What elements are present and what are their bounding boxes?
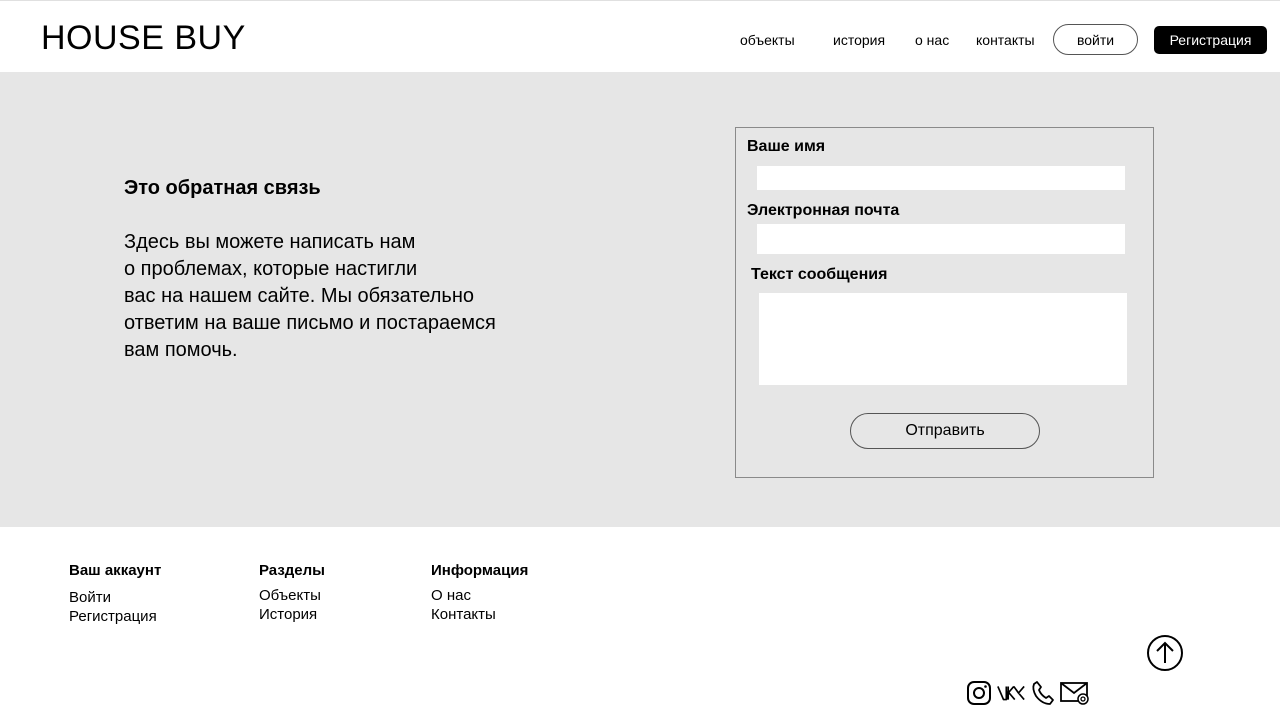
- email-label: Электронная почта: [747, 202, 900, 219]
- footer-account-column: Ваш аккаунт Войти Регистрация: [69, 562, 161, 626]
- nav-contacts-link[interactable]: контакты: [976, 32, 1035, 48]
- footer-history-link[interactable]: История: [259, 605, 325, 624]
- name-label: Ваше имя: [747, 138, 826, 155]
- mail-icon[interactable]: [1060, 678, 1090, 708]
- footer-account-heading: Ваш аккаунт: [69, 562, 162, 579]
- send-button[interactable]: Отправить: [850, 413, 1040, 449]
- site-logo[interactable]: HOUSE BUY: [41, 19, 246, 58]
- feedback-form: Ваше имя Электронная почта Текст сообщен…: [735, 127, 1154, 478]
- nav-about-link[interactable]: о нас: [915, 32, 949, 48]
- phone-icon[interactable]: [1028, 678, 1058, 708]
- social-links: [964, 678, 1090, 708]
- feedback-title: Это обратная связь: [124, 177, 321, 199]
- email-input[interactable]: [757, 224, 1125, 254]
- footer-login-link[interactable]: Войти: [69, 588, 161, 607]
- footer-info-heading: Информация: [431, 562, 529, 579]
- instagram-icon[interactable]: [964, 678, 994, 708]
- footer-sections-heading: Разделы: [259, 562, 325, 579]
- footer-contacts-link[interactable]: Контакты: [431, 605, 528, 624]
- footer-objects-link[interactable]: Объекты: [259, 586, 325, 605]
- footer-info-column: Информация О нас Контакты: [431, 562, 528, 624]
- footer-register-link[interactable]: Регистрация: [69, 607, 161, 626]
- footer-sections-column: Разделы Объекты История: [259, 562, 325, 624]
- login-button[interactable]: войти: [1053, 24, 1138, 55]
- arrow-up-icon[interactable]: [1146, 634, 1184, 672]
- site-header: HOUSE BUY объекты история о нас контакты…: [0, 0, 1280, 72]
- nav-history-link[interactable]: история: [833, 32, 885, 48]
- feedback-section: Это обратная связь Здесь вы можете напис…: [0, 72, 1280, 527]
- nav-objects-link[interactable]: объекты: [740, 32, 795, 48]
- register-button[interactable]: Регистрация: [1154, 26, 1267, 54]
- message-label: Текст сообщения: [751, 266, 888, 283]
- vk-icon[interactable]: [996, 678, 1026, 708]
- feedback-description: Здесь вы можете написать нам о проблемах…: [124, 231, 496, 361]
- footer-about-link[interactable]: О нас: [431, 586, 528, 605]
- name-input[interactable]: [757, 166, 1125, 190]
- message-textarea[interactable]: [759, 293, 1127, 385]
